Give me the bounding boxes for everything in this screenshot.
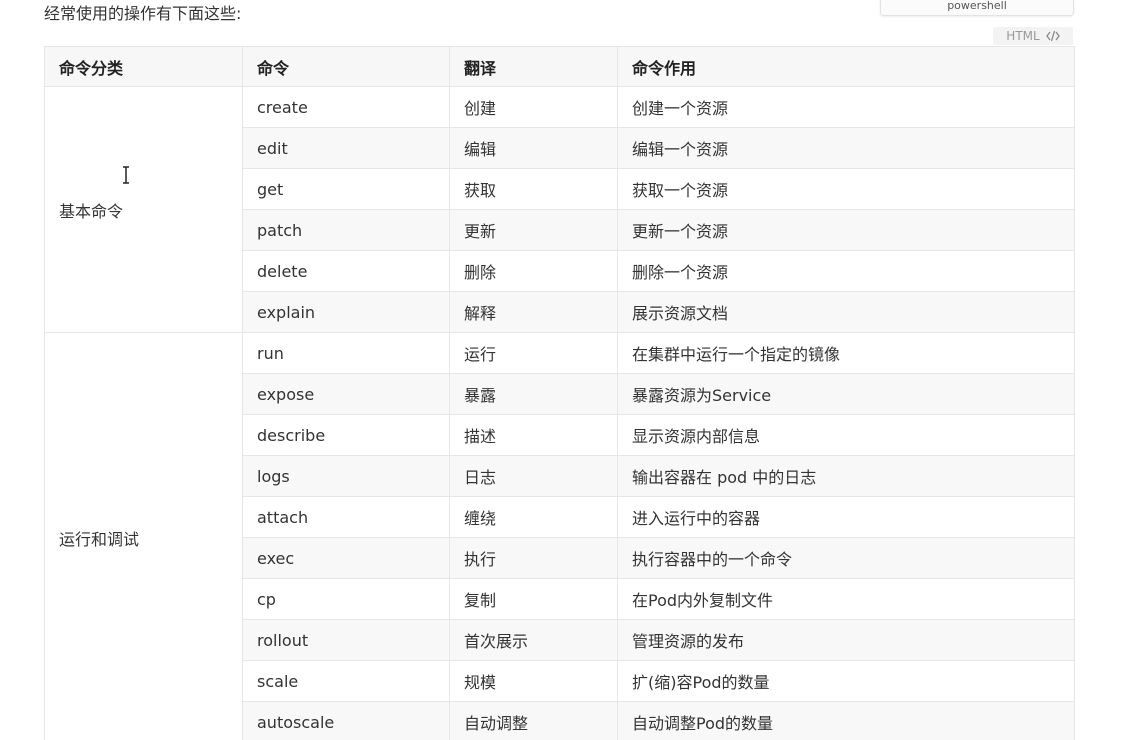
category-cell: 基本命令 (44, 86, 243, 333)
purpose-cell: 自动调整Pod的数量 (617, 701, 1075, 740)
translation-cell: 暴露 (449, 373, 618, 415)
command-cell: describe (242, 414, 450, 456)
translation-cell: 解释 (449, 291, 618, 333)
command-cell: edit (242, 127, 450, 169)
purpose-cell: 进入运行中的容器 (617, 496, 1075, 538)
translation-cell: 创建 (449, 86, 618, 128)
command-cell: attach (242, 496, 450, 538)
purpose-cell: 执行容器中的一个命令 (617, 537, 1075, 579)
translation-cell: 规模 (449, 660, 618, 702)
translation-cell: 编辑 (449, 127, 618, 169)
translation-cell: 首次展示 (449, 619, 618, 661)
powershell-button[interactable]: powershell (880, 0, 1074, 16)
category-cell: 运行和调试 (44, 332, 243, 740)
purpose-cell: 创建一个资源 (617, 86, 1075, 128)
purpose-cell: 暴露资源为Service (617, 373, 1075, 415)
code-icon (1045, 30, 1060, 42)
translation-cell: 日志 (449, 455, 618, 497)
command-cell: get (242, 168, 450, 210)
purpose-cell: 更新一个资源 (617, 209, 1075, 251)
text-cursor-icon (121, 165, 131, 185)
command-cell: autoscale (242, 701, 450, 740)
command-cell: patch (242, 209, 450, 251)
command-cell: explain (242, 291, 450, 333)
purpose-cell: 编辑一个资源 (617, 127, 1075, 169)
command-cell: create (242, 86, 450, 128)
purpose-cell: 管理资源的发布 (617, 619, 1075, 661)
translation-cell: 运行 (449, 332, 618, 374)
page: 经常使用的操作有下面这些: powershell HTML 命令分类 命令 翻译… (0, 0, 1131, 740)
command-cell: expose (242, 373, 450, 415)
command-cell: delete (242, 250, 450, 292)
header-category: 命令分类 (44, 46, 243, 87)
header-translation: 翻译 (449, 46, 618, 87)
table-row: 基本命令 create 创建 创建一个资源 (44, 86, 1075, 333)
translation-cell: 描述 (449, 414, 618, 456)
translation-cell: 缠绕 (449, 496, 618, 538)
purpose-cell: 在Pod内外复制文件 (617, 578, 1075, 620)
command-cell: scale (242, 660, 450, 702)
intro-text: 经常使用的操作有下面这些: (44, 4, 242, 23)
translation-cell: 自动调整 (449, 701, 618, 740)
table-body: 基本命令 create 创建 创建一个资源 edit 编辑 编辑一个资源 get 获取 获取一个资… (44, 86, 1075, 740)
command-cell: cp (242, 578, 450, 620)
purpose-cell: 展示资源文档 (617, 291, 1075, 333)
purpose-cell: 扩(缩)容Pod的数量 (617, 660, 1075, 702)
purpose-cell: 在集群中运行一个指定的镜像 (617, 332, 1075, 374)
translation-cell: 复制 (449, 578, 618, 620)
command-cell: rollout (242, 619, 450, 661)
table-row: 运行和调试 run 运行 在集群中运行一个指定的镜像 (44, 332, 1075, 740)
purpose-cell: 获取一个资源 (617, 168, 1075, 210)
purpose-cell: 输出容器在 pod 中的日志 (617, 455, 1075, 497)
command-cell: run (242, 332, 450, 374)
purpose-cell: 显示资源内部信息 (617, 414, 1075, 456)
header-command: 命令 (242, 46, 450, 87)
translation-cell: 获取 (449, 168, 618, 210)
header-purpose: 命令作用 (617, 46, 1075, 87)
translation-cell: 更新 (449, 209, 618, 251)
code-language-tag[interactable]: HTML (993, 27, 1073, 45)
code-language-label: HTML (1006, 29, 1040, 43)
translation-cell: 执行 (449, 537, 618, 579)
commands-table: 命令分类 命令 翻译 命令作用 基本命令 create 创建 创建一个资源 edit 编辑… (44, 46, 1075, 740)
command-cell: logs (242, 455, 450, 497)
translation-cell: 删除 (449, 250, 618, 292)
purpose-cell: 删除一个资源 (617, 250, 1075, 292)
table-header-row: 命令分类 命令 翻译 命令作用 (44, 46, 1075, 87)
command-cell: exec (242, 537, 450, 579)
